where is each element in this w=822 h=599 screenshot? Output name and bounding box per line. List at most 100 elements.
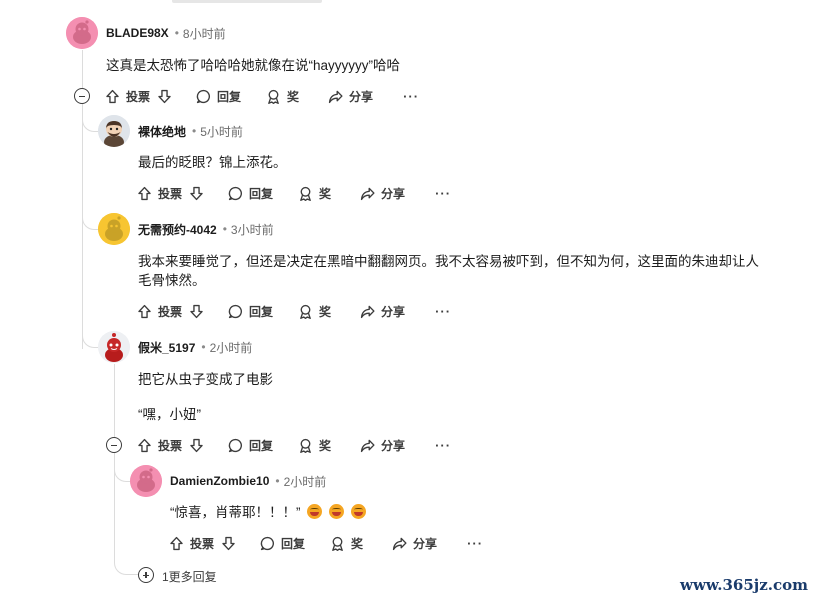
author-name[interactable]: 无需预约-4042 — [138, 221, 217, 238]
award-button[interactable]: 奖 — [297, 433, 331, 457]
separator-dot: • — [275, 474, 280, 488]
timestamp: 2小时前 — [283, 474, 327, 489]
separator-dot: • — [192, 124, 197, 138]
avatar[interactable] — [98, 213, 130, 245]
award-icon — [300, 438, 311, 453]
share-icon — [392, 537, 407, 550]
upvote-button[interactable] — [136, 299, 153, 323]
award-button[interactable]: 奖 — [297, 181, 331, 205]
grinning-emoji-icon — [329, 504, 345, 519]
comment-bubble-icon — [228, 186, 242, 200]
award-button[interactable]: 奖 — [329, 531, 363, 555]
comment-body: “惊喜，肖蒂耶！！！” — [170, 503, 366, 522]
reply-button[interactable]: 回复 — [259, 531, 305, 555]
share-button[interactable]: 分享 — [359, 299, 405, 323]
thread-line — [114, 364, 115, 438]
award-button[interactable]: 奖 — [265, 84, 299, 108]
more-replies-link[interactable]: 1更多回复 — [162, 568, 217, 585]
separator-dot: • — [201, 340, 206, 354]
arrow-down-icon — [222, 536, 235, 550]
thread-elbow — [114, 561, 138, 575]
timestamp: 8小时前 — [182, 26, 226, 41]
share-button[interactable]: 分享 — [391, 531, 437, 555]
author-name[interactable]: 裸体绝地 — [138, 123, 186, 140]
reply-button[interactable]: 回复 — [227, 433, 273, 457]
upvote-button[interactable] — [136, 433, 153, 457]
comment-body-line: 我本来要睡觉了，但还是决定在黑暗中翻翻网页。我不太容易被吓到，但不知为何，这里面… — [138, 254, 759, 269]
reply-button[interactable]: 回复 — [195, 84, 241, 108]
comment-actions: 投票 回复 奖 分享 ··· — [136, 433, 451, 457]
comment-body: 这真是太恐怖了哈哈哈她就像在说“hayyyyyy”哈哈 — [106, 58, 401, 73]
vote-count: 投票 — [190, 536, 215, 551]
award-icon — [268, 89, 279, 104]
vote-count: 投票 — [158, 186, 183, 201]
downvote-button[interactable] — [188, 433, 205, 457]
upvote-button[interactable] — [136, 181, 153, 205]
vote-count: 投票 — [158, 438, 183, 453]
timestamp: 3小时前 — [230, 222, 274, 237]
comment-actions: 投票 回复 奖 分享 ··· — [168, 531, 483, 555]
arrow-up-icon — [106, 89, 119, 103]
share-button[interactable]: 分享 — [359, 181, 405, 205]
comment-actions: 投票 回复 奖 分享 ··· — [136, 299, 451, 323]
comment-body-text: “惊喜，肖蒂耶！！！” — [170, 505, 301, 520]
comment-header: DamienZombie10 • 2小时前 — [130, 465, 326, 497]
more-options-button[interactable]: ··· — [467, 531, 483, 555]
author-name[interactable]: BLADE98X — [106, 26, 169, 40]
arrow-up-icon — [138, 186, 151, 200]
expand-more-replies-button[interactable] — [138, 567, 154, 583]
upvote-button[interactable] — [168, 531, 185, 555]
more-options-button[interactable]: ··· — [435, 181, 451, 205]
comment-bubble-icon — [228, 304, 242, 318]
downvote-button[interactable] — [220, 531, 237, 555]
arrow-down-icon — [158, 89, 171, 103]
grinning-emoji-icon — [350, 504, 366, 519]
arrow-up-icon — [138, 438, 151, 452]
arrow-down-icon — [190, 304, 203, 318]
share-icon — [360, 305, 375, 318]
reply-button[interactable]: 回复 — [227, 181, 273, 205]
author-name[interactable]: DamienZombie10 — [170, 474, 269, 488]
downvote-button[interactable] — [156, 84, 173, 108]
upvote-button[interactable] — [104, 84, 121, 108]
comment-body: 最后的眨眼？锦上添花。 — [138, 155, 287, 170]
author-name[interactable]: 假米_5197 — [138, 339, 195, 356]
share-icon — [360, 187, 375, 200]
comment-header: BLADE98X • 8小时前 — [66, 17, 226, 49]
more-options-button[interactable]: ··· — [435, 299, 451, 323]
grinning-emoji-icon — [307, 504, 323, 519]
collapse-thread-button[interactable] — [106, 437, 122, 453]
comment-body-line: “嘿，小妞” — [138, 407, 201, 422]
separator-dot: • — [174, 26, 179, 40]
more-options-button[interactable]: ··· — [435, 433, 451, 457]
avatar[interactable] — [98, 115, 130, 147]
comment-bubble-icon — [196, 89, 210, 103]
downvote-button[interactable] — [188, 299, 205, 323]
reply-button[interactable]: 回复 — [227, 299, 273, 323]
award-icon — [300, 186, 311, 201]
timestamp: 5小时前 — [200, 124, 243, 139]
comment-header: 假米_5197 • 2小时前 — [98, 331, 252, 363]
thread-line — [82, 104, 83, 349]
comment-body-line: 毛骨悚然。 — [138, 273, 206, 288]
share-icon — [360, 439, 375, 452]
collapse-thread-button[interactable] — [74, 88, 90, 104]
vote-count: 投票 — [158, 304, 183, 319]
share-button[interactable]: 分享 — [327, 84, 373, 108]
arrow-up-icon — [170, 536, 183, 550]
comment-header: 裸体绝地 • 5小时前 — [98, 115, 243, 147]
share-button[interactable]: 分享 — [359, 433, 405, 457]
avatar[interactable] — [66, 17, 98, 49]
award-icon — [300, 304, 311, 319]
arrow-down-icon — [190, 186, 203, 200]
award-button[interactable]: 奖 — [297, 299, 331, 323]
comment-actions: 投票 回复 奖 分享 ··· — [104, 84, 419, 108]
avatar[interactable] — [98, 331, 130, 363]
comment-body-line: 把它从虫子变成了电影 — [138, 372, 273, 387]
downvote-button[interactable] — [188, 181, 205, 205]
arrow-up-icon — [138, 304, 151, 318]
avatar[interactable] — [130, 465, 162, 497]
more-options-button[interactable]: ··· — [403, 84, 419, 108]
top-scroll-indicator — [172, 0, 322, 3]
award-icon — [332, 536, 343, 551]
